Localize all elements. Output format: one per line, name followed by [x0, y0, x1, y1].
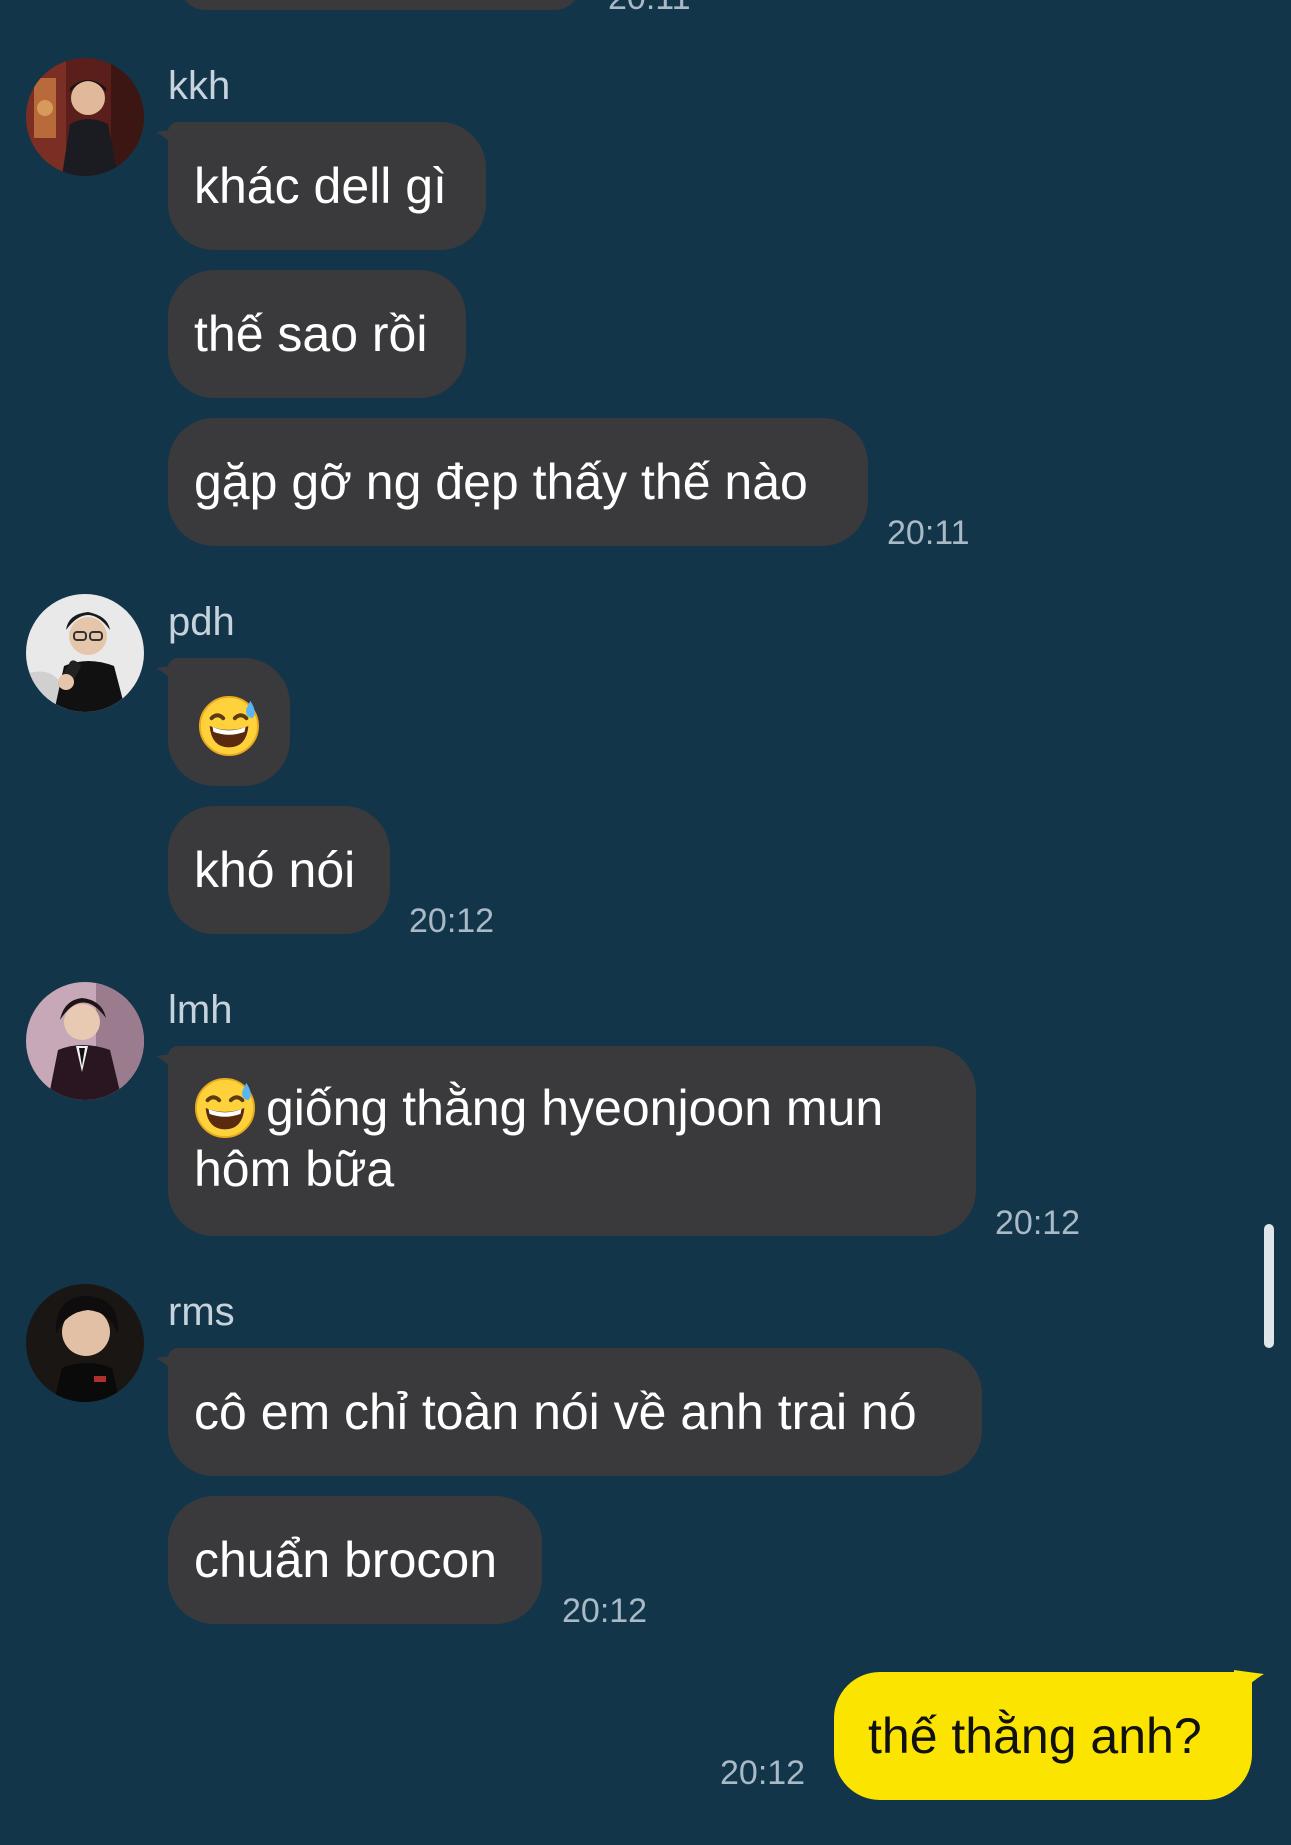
message-time: 20:12	[720, 1754, 806, 1792]
message-line: giống thằng hyeonjoon mun	[194, 1077, 950, 1139]
avatar-rms	[26, 1284, 144, 1402]
avatar-pdh	[26, 594, 144, 712]
sender-name: kkh	[168, 64, 231, 108]
avatar[interactable]	[26, 1284, 144, 1402]
message-time: 20:12	[409, 902, 495, 940]
message-bubble[interactable]: chuẩn brocon	[168, 1496, 542, 1624]
avatar-kkh	[26, 58, 144, 176]
message-time: 20:12	[995, 1204, 1081, 1242]
avatar[interactable]	[26, 58, 144, 176]
cut-off-bubble[interactable]	[180, 0, 580, 10]
avatar[interactable]	[26, 982, 144, 1100]
message-bubble[interactable]: cô em chỉ toàn nói về anh trai nó	[168, 1348, 982, 1476]
sender-name: lmh	[168, 988, 233, 1032]
message-time: 20:12	[562, 1592, 648, 1630]
message-time: 20:11	[608, 0, 691, 18]
emoji-message-bubble[interactable]	[168, 658, 290, 786]
avatar[interactable]	[26, 594, 144, 712]
sweat-smile-emoji-icon	[198, 695, 260, 756]
scrollbar[interactable]	[1264, 1224, 1274, 1348]
avatar-lmh	[26, 982, 144, 1100]
sweat-smile-emoji-icon	[194, 1077, 256, 1138]
own-message-bubble[interactable]: thế thằng anh?	[834, 1672, 1252, 1800]
message-bubble[interactable]: thế sao rồi	[168, 270, 466, 398]
chat-screen: 20:11 kkh khác dell gì thế sao rồi gặp g…	[0, 0, 1291, 1845]
sender-name: pdh	[168, 600, 235, 644]
message-bubble[interactable]: khó nói	[168, 806, 390, 934]
sender-name: rms	[168, 1290, 235, 1334]
message-bubble[interactable]: khác dell gì	[168, 122, 486, 250]
message-bubble[interactable]: gặp gỡ ng đẹp thấy thế nào	[168, 418, 868, 546]
message-text: giống thằng hyeonjoon mun	[266, 1080, 884, 1136]
message-line: hôm bữa	[194, 1140, 395, 1197]
message-time: 20:11	[887, 514, 970, 552]
message-bubble[interactable]: giống thằng hyeonjoon mun hôm bữa	[168, 1046, 976, 1236]
